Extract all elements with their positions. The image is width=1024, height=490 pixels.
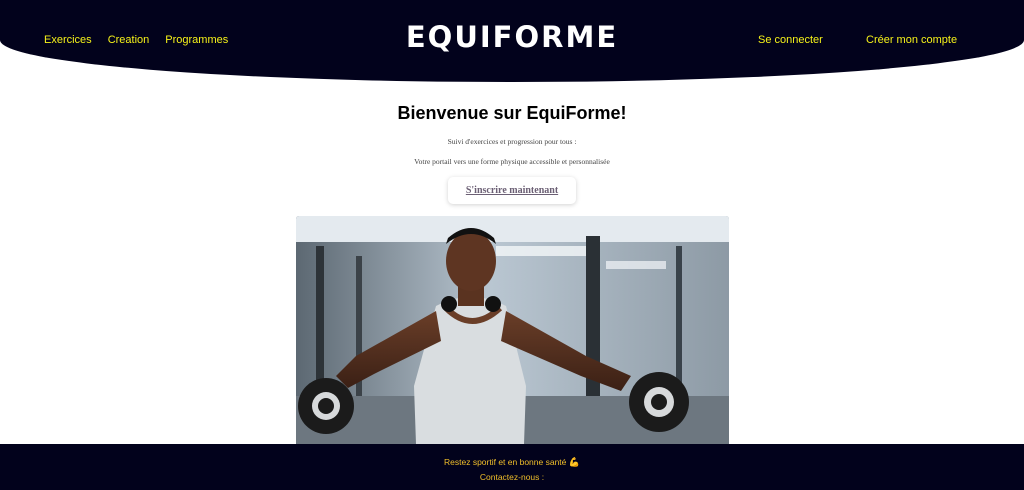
hero-image [296, 216, 729, 444]
signup-cta-box: S'inscrire maintenant [448, 177, 576, 204]
gym-athlete-photo [296, 216, 729, 444]
subtitle-description: Votre portail vers une forme physique ac… [414, 157, 610, 166]
register-link[interactable]: Créer mon compte [866, 34, 957, 46]
footer-slogan-text: Restez sportif et en bonne santé [444, 457, 567, 467]
signup-now-link[interactable]: S'inscrire maintenant [466, 185, 558, 196]
site-footer: Restez sportif et en bonne santé 💪 Conta… [0, 444, 1024, 490]
subtitle-tagline: Suivi d'exercices et progression pour to… [447, 137, 577, 146]
footer-contact[interactable]: Contactez-nous : [0, 472, 1024, 482]
page-title: Bienvenue sur EquiForme! [397, 103, 627, 123]
flexed-biceps-icon: 💪 [568, 457, 580, 467]
footer-slogan: Restez sportif et en bonne santé 💪 [0, 457, 1024, 468]
login-link[interactable]: Se connecter [758, 34, 823, 46]
site-header: Exercices Creation Programmes EQUIFORME … [0, 0, 1024, 82]
